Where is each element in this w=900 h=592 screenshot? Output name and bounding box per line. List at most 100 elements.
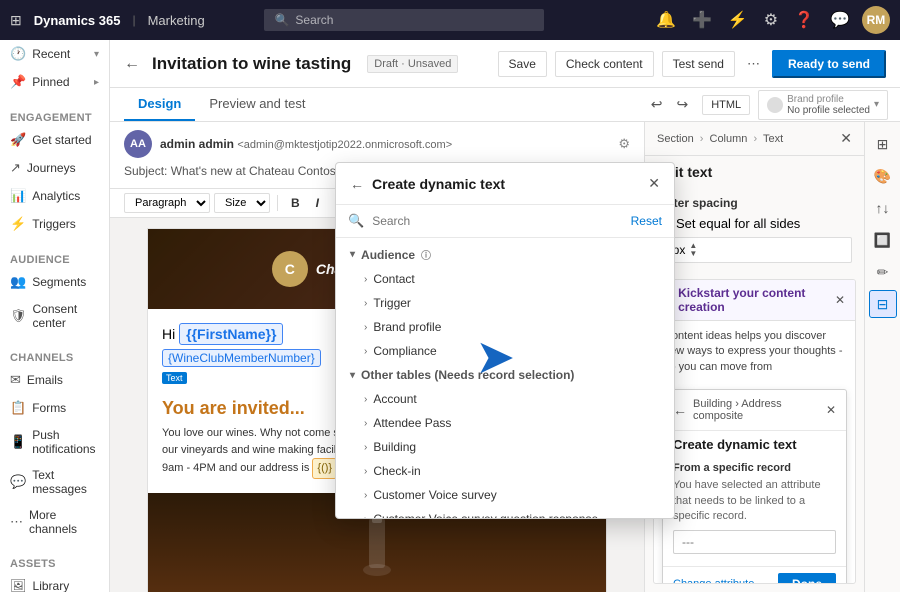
nav-icons: 🔔 ➕ ⚡ ⚙ ❓ 💬 RM xyxy=(652,6,890,34)
breadcrumb: Section › Column › Text xyxy=(657,133,783,145)
clubmember-dynamic-field[interactable]: {WineClubMemberNumber} xyxy=(162,349,321,367)
vert-icon-2[interactable]: 🎨 xyxy=(869,162,897,190)
segments-icon: 👥 xyxy=(10,274,26,290)
sidebar-item-segments[interactable]: 👥 Segments xyxy=(0,268,109,296)
audience-info-icon: ⓘ xyxy=(421,247,431,262)
firstname-dynamic-field[interactable]: {{FirstName}} xyxy=(179,323,283,345)
modal-back-button[interactable]: ← xyxy=(350,176,364,192)
bold-button[interactable]: B xyxy=(285,194,306,212)
vert-icon-3[interactable]: ↑↓ xyxy=(869,194,897,222)
address-dynamic-field[interactable]: {()} xyxy=(312,458,337,479)
recent-icon: 🕐 xyxy=(10,46,26,62)
modal-tree: ▾ Audience ⓘ › Contact › Trigger xyxy=(336,238,674,518)
modal-search-input[interactable] xyxy=(372,214,622,228)
search-bar: 🔍 xyxy=(264,9,544,31)
vert-icon-active[interactable]: ⊟ xyxy=(869,290,897,318)
attendee-chevron-icon: › xyxy=(364,418,367,429)
brand-profile-button[interactable]: Brand profile No profile selected ▾ xyxy=(758,90,888,120)
tree-compliance[interactable]: › Compliance xyxy=(336,339,674,363)
brand-chevron-icon: ▾ xyxy=(874,99,879,110)
bell-icon[interactable]: 🔔 xyxy=(652,6,680,34)
sidebar-item-consent[interactable]: 🛡 Consent center xyxy=(0,296,109,336)
vert-icon-4[interactable]: 🔲 xyxy=(869,226,897,254)
sidebar-item-get-started[interactable]: 🚀 Get started xyxy=(0,126,109,154)
tree-check-in[interactable]: › Check-in xyxy=(336,459,674,483)
inner-modal-close-button[interactable]: ✕ xyxy=(826,403,836,417)
filter-icon[interactable]: ⚡ xyxy=(724,6,752,34)
back-button[interactable]: ← xyxy=(124,55,140,73)
settings-icon[interactable]: ⚙ xyxy=(760,6,782,34)
grid-icon[interactable]: ⊞ xyxy=(10,12,22,29)
spacing-arrows: ▲ ▼ xyxy=(689,242,697,258)
italic-button[interactable]: I xyxy=(310,194,325,212)
chat-icon[interactable]: 💬 xyxy=(826,6,854,34)
vert-icon-5[interactable]: ✏ xyxy=(869,258,897,286)
tree-trigger[interactable]: › Trigger xyxy=(336,291,674,315)
size-select[interactable]: Size xyxy=(214,193,270,213)
tab-preview[interactable]: Preview and test xyxy=(195,88,319,121)
tree-contact[interactable]: › Contact xyxy=(336,267,674,291)
chevron-right-icon: ▸ xyxy=(94,77,99,88)
tab-design[interactable]: Design xyxy=(124,88,195,121)
inner-modal-back-button[interactable]: ← xyxy=(673,402,687,418)
tree-account[interactable]: › Account xyxy=(336,387,674,411)
modal-reset-button[interactable]: Reset xyxy=(631,214,662,228)
design-tabs: Design Preview and test xyxy=(110,88,633,121)
modal-search-icon: 🔍 xyxy=(348,213,364,229)
sender-name: admin admin <admin@mktestjotip2022.onmic… xyxy=(160,137,610,151)
sidebar-item-triggers[interactable]: ⚡ Triggers xyxy=(0,210,109,238)
sidebar-item-emails[interactable]: ✉ Emails xyxy=(0,366,109,394)
kickstart-title: ✦ Kickstart your content creation xyxy=(664,286,835,314)
sidebar-item-forms[interactable]: 📋 Forms xyxy=(0,394,109,422)
html-button[interactable]: HTML xyxy=(702,95,750,115)
inner-modal-breadcrumb: Building › Address composite xyxy=(693,398,820,422)
record-desc: You have selected an attribute that need… xyxy=(673,478,836,524)
redo-button[interactable]: ↪ xyxy=(670,93,694,116)
sidebar-item-push[interactable]: 📱 Push notifications xyxy=(0,422,109,462)
help-icon[interactable]: ❓ xyxy=(790,6,818,34)
save-button[interactable]: Save xyxy=(498,51,547,77)
change-attribute-link[interactable]: Change attribute xyxy=(673,578,754,584)
cv-survey-chevron-icon: › xyxy=(364,490,367,501)
draft-badge: Draft · Unsaved xyxy=(367,55,458,73)
undo-redo: ↩ ↪ xyxy=(645,93,694,116)
sidebar-item-recent[interactable]: 🕐 Recent ▾ xyxy=(0,40,109,68)
paragraph-select[interactable]: Paragraph xyxy=(124,193,210,213)
assets-section-label: Assets xyxy=(0,550,109,572)
sidebar-item-texts[interactable]: 💬 Text messages xyxy=(0,462,109,502)
search-input[interactable] xyxy=(295,13,534,27)
rocket-icon: 🚀 xyxy=(10,132,26,148)
tree-attendee-pass[interactable]: › Attendee Pass xyxy=(336,411,674,435)
brand-profile-icon xyxy=(767,97,783,113)
ready-to-send-button[interactable]: Ready to send xyxy=(772,50,886,78)
spacing-down-arrow[interactable]: ▼ xyxy=(689,250,697,258)
search-icon: 🔍 xyxy=(274,13,289,27)
modal-header: ← Create dynamic text ✕ xyxy=(336,163,674,205)
tree-brand-profile[interactable]: › Brand profile xyxy=(336,315,674,339)
tree-audience-header[interactable]: ▾ Audience ⓘ xyxy=(336,242,674,267)
email-settings-icon[interactable]: ⚙ xyxy=(618,136,630,152)
test-send-button[interactable]: Test send xyxy=(662,51,735,77)
panel-close-button[interactable]: ✕ xyxy=(840,130,852,147)
sidebar-item-pinned[interactable]: 📌 Pinned ▸ xyxy=(0,68,109,96)
tree-other-tables-header[interactable]: ▾ Other tables (Needs record selection) xyxy=(336,363,674,387)
sidebar-item-library[interactable]: 🖼 Library xyxy=(0,572,109,592)
sidebar-item-analytics[interactable]: 📊 Analytics xyxy=(0,182,109,210)
kickstart-close-button[interactable]: ✕ xyxy=(835,293,845,307)
sidebar-item-more-channels[interactable]: ⋯ More channels xyxy=(0,502,109,542)
check-content-button[interactable]: Check content xyxy=(555,51,654,77)
record-input[interactable] xyxy=(673,530,836,554)
more-options-button[interactable]: ⋯ xyxy=(743,52,764,76)
tree-building[interactable]: › Building xyxy=(336,435,674,459)
tree-cv-survey[interactable]: › Customer Voice survey xyxy=(336,483,674,507)
undo-button[interactable]: ↩ xyxy=(645,93,669,116)
modal-close-button[interactable]: ✕ xyxy=(648,175,660,192)
sidebar-item-journeys[interactable]: ↗ Journeys xyxy=(0,154,109,182)
vert-icon-1[interactable]: ⊞ xyxy=(869,130,897,158)
plus-icon[interactable]: ➕ xyxy=(688,6,716,34)
engagement-section-label: Engagement xyxy=(0,104,109,126)
outer-spacing-section: Outer spacing Set equal for all sides 0p… xyxy=(645,188,864,271)
tree-cv-question[interactable]: › Customer Voice survey question respons… xyxy=(336,507,674,518)
done-button[interactable]: Done xyxy=(778,573,836,584)
user-avatar[interactable]: RM xyxy=(862,6,890,34)
